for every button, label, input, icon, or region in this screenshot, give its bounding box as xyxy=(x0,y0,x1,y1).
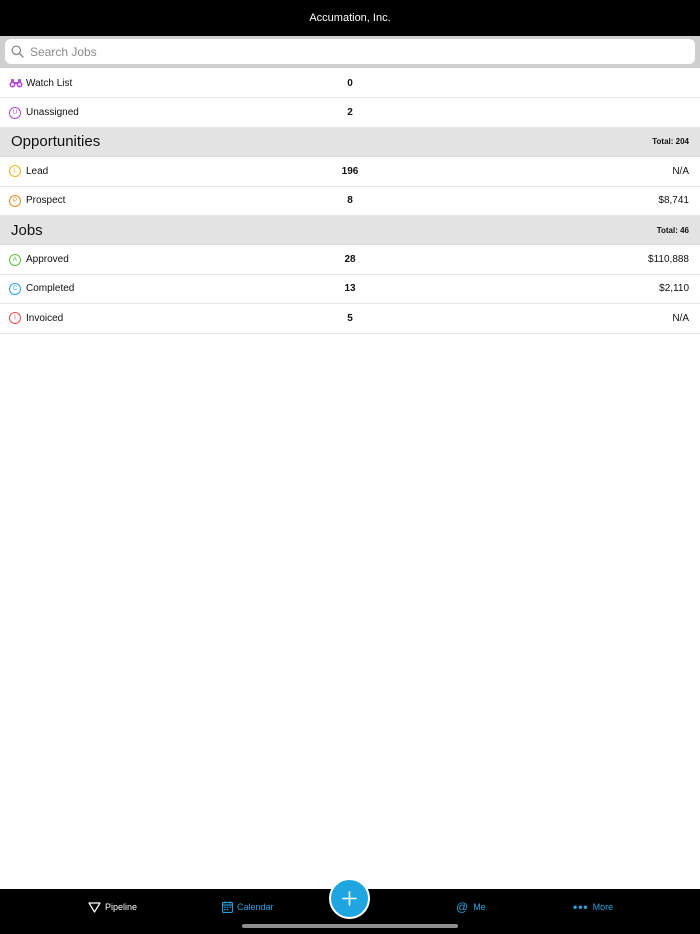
list-item-label: Lead xyxy=(26,165,49,177)
search-bar xyxy=(0,36,700,68)
list-item-value: $110,888 xyxy=(648,254,689,266)
list-item-count: 0 xyxy=(347,77,353,89)
list-item-unassigned[interactable]: U Unassigned 2 xyxy=(0,98,700,128)
title-bar: Accumation, Inc. xyxy=(0,0,700,36)
more-dots-icon: ••• xyxy=(573,900,589,914)
add-button[interactable] xyxy=(329,878,370,919)
tab-label: Pipeline xyxy=(105,902,138,912)
list-item-lead[interactable]: L Lead 196 N/A xyxy=(0,157,700,187)
plus-icon xyxy=(342,891,357,906)
list-item-approved[interactable]: A Approved 28 $110,888 xyxy=(0,245,700,275)
list-item-value: N/A xyxy=(672,312,689,324)
invoiced-status-icon: I xyxy=(9,312,21,325)
tab-label: Me xyxy=(473,902,486,912)
list-item-watch-list[interactable]: Watch List 0 xyxy=(0,69,700,99)
search-box[interactable] xyxy=(5,39,695,64)
list-item-count: 28 xyxy=(344,254,356,266)
section-title: Jobs xyxy=(11,221,43,239)
list-item-value: $8,741 xyxy=(658,195,689,207)
search-input[interactable] xyxy=(30,44,695,59)
list-item-label: Prospect xyxy=(26,195,66,207)
list-item-label: Approved xyxy=(26,254,69,266)
tab-label: More xyxy=(592,902,614,912)
list-item-label: Unassigned xyxy=(26,107,79,119)
list-item-prospect[interactable]: P Prospect 8 $8,741 xyxy=(0,186,700,216)
section-header-jobs: Jobs Total: 46 xyxy=(0,215,700,246)
section-total: Total: 46 xyxy=(656,225,689,235)
list-item-count: 196 xyxy=(341,165,359,177)
unassigned-status-icon: U xyxy=(9,106,21,119)
completed-status-icon: C xyxy=(9,282,21,295)
tab-more[interactable]: ••• More xyxy=(573,900,613,914)
list-item-value: N/A xyxy=(672,165,689,177)
tab-pipeline[interactable]: Pipeline xyxy=(88,900,137,914)
list-item-label: Completed xyxy=(26,283,75,295)
funnel-icon xyxy=(88,901,101,913)
section-total: Total: 204 xyxy=(652,137,689,147)
lead-status-icon: L xyxy=(9,165,21,178)
list-item-label: Invoiced xyxy=(26,312,64,324)
home-indicator[interactable] xyxy=(242,924,458,928)
prospect-status-icon: P xyxy=(9,194,21,207)
list-item-count: 2 xyxy=(347,107,353,119)
list-item-count: 13 xyxy=(344,283,356,295)
list-item-completed[interactable]: C Completed 13 $2,110 xyxy=(0,274,700,305)
pipeline-list: Watch List 0 U Unassigned 2 Opportunitie… xyxy=(0,69,700,334)
calendar-icon xyxy=(222,901,233,913)
tab-calendar[interactable]: Calendar xyxy=(222,900,274,914)
list-item-label: Watch List xyxy=(26,77,73,89)
section-title: Opportunities xyxy=(11,133,101,151)
list-item-invoiced[interactable]: I Invoiced 5 N/A xyxy=(0,304,700,334)
binoculars-icon xyxy=(9,79,23,88)
list-item-count: 5 xyxy=(347,312,353,324)
search-icon xyxy=(11,45,24,58)
at-sign-icon: @ xyxy=(456,900,469,914)
list-item-value: $2,110 xyxy=(659,283,689,295)
approved-status-icon: A xyxy=(9,253,21,266)
page-title: Accumation, Inc. xyxy=(309,12,391,24)
section-header-opportunities: Opportunities Total: 204 xyxy=(0,127,700,158)
tab-me[interactable]: @ Me xyxy=(456,900,486,914)
list-item-count: 8 xyxy=(347,195,353,207)
tab-label: Calendar xyxy=(237,902,274,912)
